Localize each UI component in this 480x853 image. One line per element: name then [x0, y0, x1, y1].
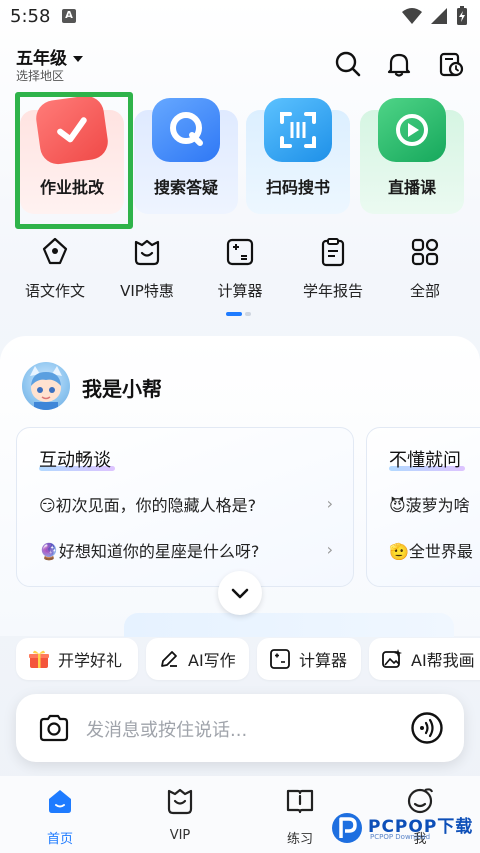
tv-play-icon	[378, 98, 446, 162]
chip-label: 开学好礼	[58, 651, 123, 670]
chat-suggestion[interactable]: 😏初次见面，你的隐藏人格是?	[39, 492, 256, 516]
page-dot-active	[226, 312, 242, 316]
chat-card-title: 不懂就问	[389, 450, 461, 471]
chat-suggestion[interactable]: 🫡全世界最	[389, 538, 473, 562]
tool-label: 全部	[409, 282, 440, 300]
calculator-icon	[226, 238, 254, 266]
status-time: 5:58	[10, 6, 51, 27]
status-notification-icon: A	[62, 9, 76, 23]
tab-vip[interactable]: VIP	[140, 786, 220, 843]
tab-practice[interactable]: 练习	[260, 786, 340, 847]
voice-icon[interactable]	[410, 711, 444, 745]
feature-label: 直播课	[387, 178, 436, 197]
chat-topic-card[interactable]: 不懂就问 😈菠萝为啥 🫡全世界最	[366, 427, 480, 587]
highlight-frame	[15, 92, 133, 229]
tool-all[interactable]: 全部	[379, 236, 471, 302]
signal-icon	[431, 8, 447, 24]
chevron-right-icon: ›	[326, 494, 333, 513]
assistant-avatar[interactable]	[22, 362, 70, 410]
image-ai-icon	[382, 649, 402, 668]
tool-label: 学年报告	[302, 282, 363, 300]
tool-label: VIP特惠	[120, 282, 174, 300]
chip-ai-writing[interactable]: AI写作	[146, 638, 249, 680]
tab-label: 首页	[46, 832, 73, 847]
chevron-right-icon: ›	[326, 540, 333, 559]
tool-label: 计算器	[217, 282, 263, 300]
page-indicator	[226, 312, 251, 316]
chip-label: AI写作	[188, 651, 236, 670]
chat-topic-card[interactable]: 互动畅谈 😏初次见面，你的隐藏人格是? › 🔮好想知道你的星座是什么呀? ›	[16, 427, 354, 587]
search-icon[interactable]	[334, 50, 362, 78]
grade-selector[interactable]: 五年级	[16, 44, 83, 69]
clipboard-icon	[321, 238, 345, 267]
chip-school-gift[interactable]: 开学好礼	[16, 638, 138, 680]
status-bar: 5:58 A	[0, 0, 480, 34]
region-selector[interactable]: 选择地区	[16, 67, 64, 84]
watermark: PCPOP下载 PCPOP Download	[330, 806, 480, 850]
page-dot	[245, 312, 251, 316]
chip-calculator[interactable]: 计算器	[257, 638, 361, 680]
message-input-bar: 发消息或按住说话...	[16, 694, 464, 762]
grade-label: 五年级	[16, 49, 67, 69]
avatar-character-icon	[30, 366, 62, 410]
chip-label: 计算器	[299, 651, 348, 670]
chip-ai-draw[interactable]: AI帮我画	[369, 638, 480, 680]
tab-home[interactable]: 首页	[20, 786, 100, 847]
chat-card-title: 互动畅谈	[39, 450, 111, 471]
tool-calculator[interactable]: 计算器	[194, 236, 286, 302]
message-input[interactable]: 发消息或按住说话...	[86, 716, 247, 742]
vip-bag-icon	[134, 239, 160, 266]
tool-annual-report[interactable]: 学年报告	[287, 236, 379, 302]
feature-scan-book[interactable]: 扫码搜书	[246, 98, 350, 214]
scan-icon	[264, 98, 332, 162]
watermark-subtext: PCPOP Download	[370, 833, 431, 841]
caret-down-icon	[73, 56, 83, 62]
tool-label: 语文作文	[24, 282, 85, 300]
history-icon[interactable]	[437, 50, 465, 78]
expand-button[interactable]	[218, 571, 262, 615]
chevron-down-icon	[231, 588, 249, 599]
book-icon	[286, 789, 314, 814]
tool-essay[interactable]: 语文作文	[9, 236, 101, 302]
chat-suggestion[interactable]: 🔮好想知道你的星座是什么呀?	[39, 538, 259, 562]
feature-label: 扫码搜书	[265, 178, 330, 197]
calculator-icon	[270, 649, 290, 669]
tool-vip[interactable]: VIP特惠	[101, 236, 193, 302]
pencil-icon	[161, 651, 177, 667]
gift-icon	[29, 650, 49, 668]
feature-search-answer[interactable]: 搜索答疑	[134, 98, 238, 214]
feature-live-class[interactable]: 直播课	[360, 98, 464, 214]
status-icons	[402, 6, 468, 26]
home-icon	[49, 790, 71, 813]
bell-icon[interactable]	[385, 50, 413, 78]
top-header: 五年级 选择地区	[0, 40, 480, 86]
tab-label: VIP	[169, 828, 191, 843]
chip-label: AI帮我画	[411, 651, 475, 670]
search-q-icon	[152, 98, 220, 162]
chat-suggestion[interactable]: 😈菠萝为啥	[389, 492, 470, 516]
vip-bag-icon	[167, 788, 193, 815]
sub-card-strip	[124, 613, 454, 637]
battery-icon	[457, 6, 467, 25]
camera-icon[interactable]	[38, 713, 70, 743]
wifi-icon	[402, 8, 422, 24]
grid-icon	[411, 238, 439, 266]
assistant-title: 我是小帮	[82, 377, 162, 401]
feature-label: 搜索答疑	[153, 178, 218, 197]
pen-icon	[42, 237, 68, 265]
tab-label: 练习	[286, 832, 313, 847]
